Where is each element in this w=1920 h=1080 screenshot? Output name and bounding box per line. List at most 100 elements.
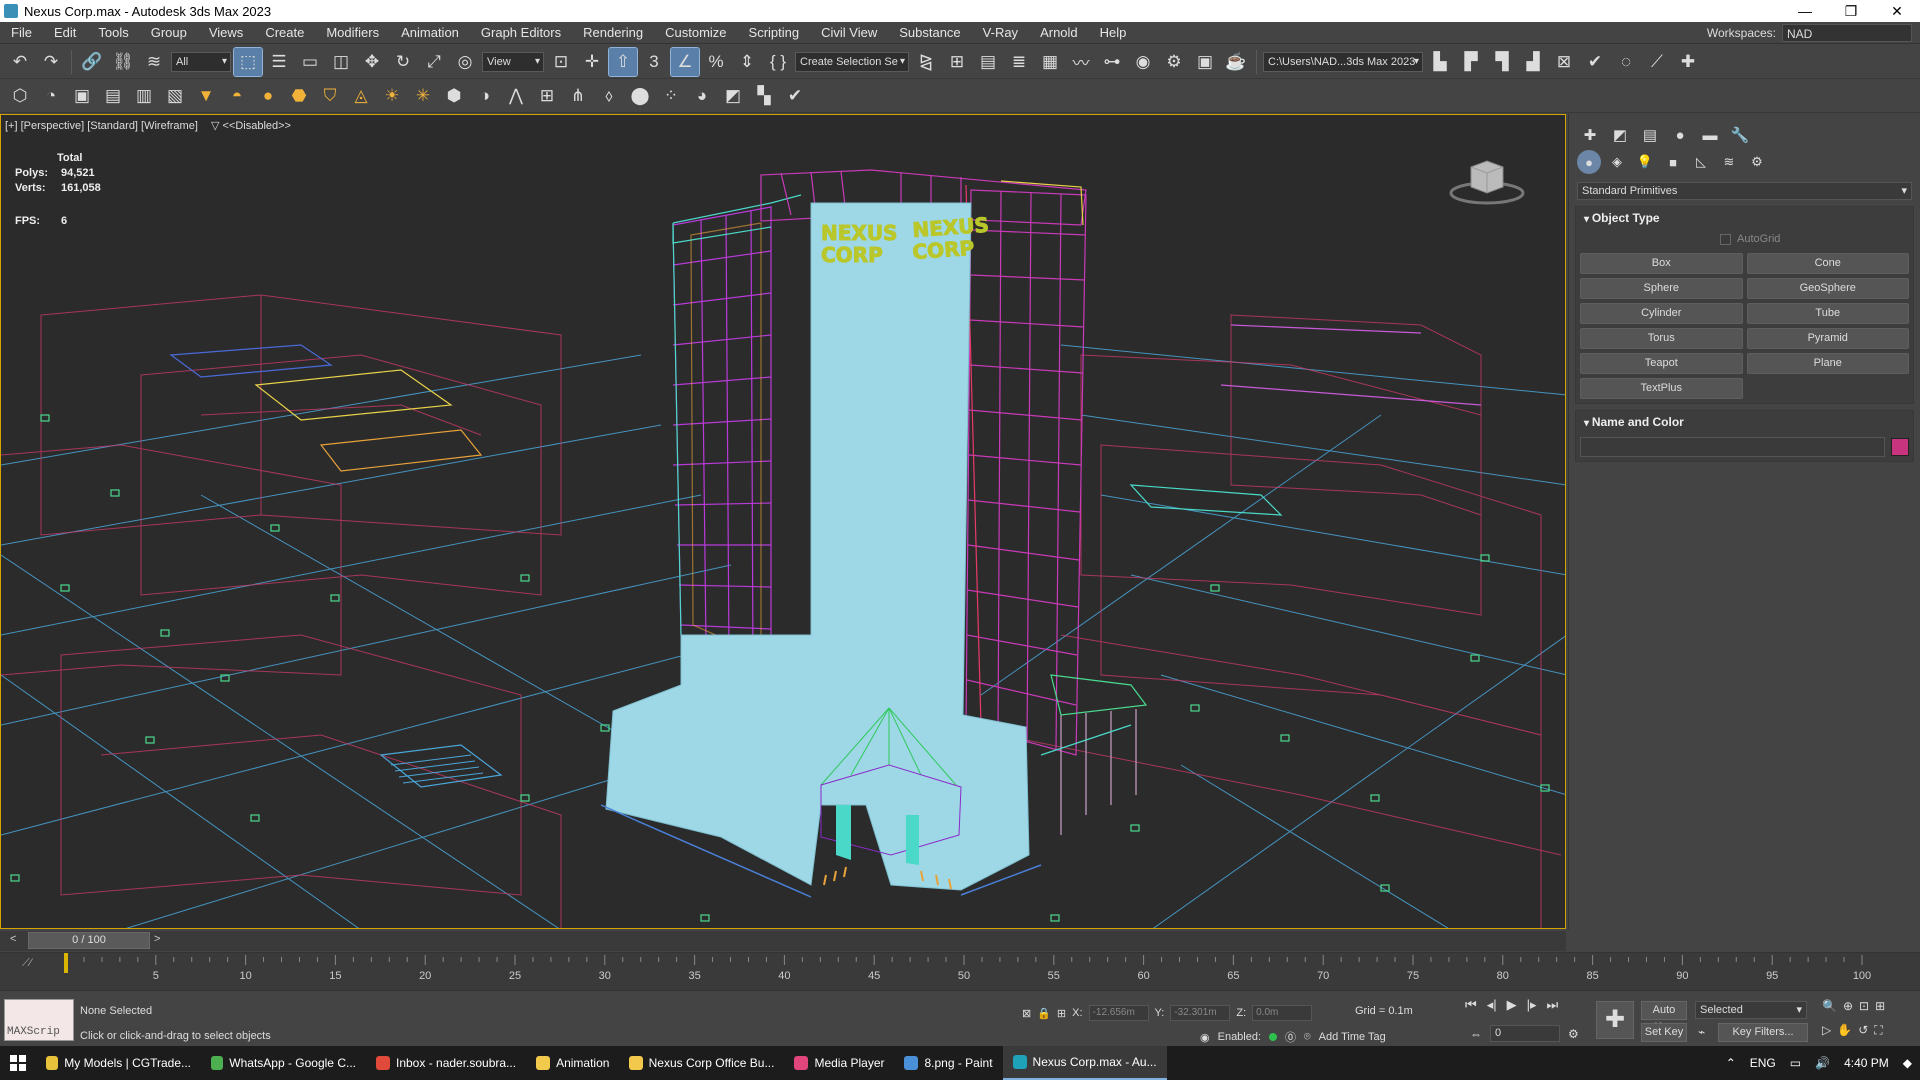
- vray-render-icon[interactable]: ▚: [750, 82, 778, 110]
- viewport-mode-label[interactable]: [+] [Perspective] [Standard] [Wireframe]: [5, 120, 198, 132]
- create-tab-plus-icon[interactable]: ✚: [1577, 122, 1603, 148]
- y-coordinate-field[interactable]: -32.301m: [1170, 1005, 1231, 1021]
- x-coordinate-field[interactable]: -12.656m: [1088, 1005, 1149, 1021]
- render-preview-icon[interactable]: ⊠: [1550, 48, 1578, 76]
- curve-editor-icon[interactable]: 〰: [1067, 48, 1095, 76]
- sphere-button[interactable]: Sphere: [1580, 278, 1743, 299]
- named-selection-set-dropdown[interactable]: Create Selection Se: [795, 51, 909, 72]
- lock-icon[interactable]: 🔒: [1037, 1007, 1051, 1020]
- menu-help[interactable]: Help: [1089, 25, 1138, 40]
- zoom-all-icon[interactable]: ⊕: [1843, 999, 1853, 1013]
- menu-substance[interactable]: Substance: [888, 25, 971, 40]
- vray-ies-light-icon[interactable]: ⛉: [316, 82, 344, 110]
- menu-edit[interactable]: Edit: [43, 25, 87, 40]
- redo-icon[interactable]: ↷: [37, 48, 65, 76]
- go-to-end-icon[interactable]: ⏭: [1547, 997, 1559, 1013]
- toggle-scene-explorer-icon[interactable]: ▤: [974, 48, 1002, 76]
- chaos-icon[interactable]: ◔: [37, 82, 65, 110]
- perspective-viewport[interactable]: NEXUS CORP NEXUS CORP [+] [Perspective] …: [0, 114, 1566, 929]
- field-of-view-icon[interactable]: ▷: [1822, 1023, 1831, 1038]
- set-key-button[interactable]: Set Key: [1641, 1023, 1687, 1042]
- vray-material-icon[interactable]: ⬤: [626, 82, 654, 110]
- vray-grass-icon[interactable]: ⋔: [564, 82, 592, 110]
- play-icon[interactable]: ▶: [1507, 997, 1517, 1013]
- vray-mesh-light-icon[interactable]: ⬣: [285, 82, 313, 110]
- close-button[interactable]: ✕: [1874, 0, 1920, 22]
- current-frame-marker[interactable]: [64, 953, 68, 973]
- maxscript-listener[interactable]: MAXScrip: [4, 999, 74, 1041]
- workspaces-dropdown[interactable]: NAD: [1782, 24, 1912, 42]
- object-properties-icon[interactable]: ▤: [99, 82, 127, 110]
- viewcube-icon[interactable]: [1449, 153, 1525, 208]
- menu-customize[interactable]: Customize: [654, 25, 737, 40]
- cone-button[interactable]: Cone: [1746, 253, 1909, 274]
- isolate-icon[interactable]: ⊠: [1022, 1007, 1031, 1020]
- zoom-extents-all-icon[interactable]: ⊞: [1875, 999, 1885, 1013]
- orbit-icon[interactable]: ↺: [1858, 1023, 1868, 1038]
- add-time-tag[interactable]: Add Time Tag: [1319, 1031, 1386, 1043]
- menu-rendering[interactable]: Rendering: [572, 25, 654, 40]
- vray-decal-icon[interactable]: ⬨: [595, 82, 623, 110]
- time-config-icon[interactable]: ⚙: [1568, 1027, 1579, 1041]
- menu-create[interactable]: Create: [254, 25, 315, 40]
- cylinder-button[interactable]: Cylinder: [1580, 303, 1743, 324]
- next-frame-arrow-icon[interactable]: >: [154, 933, 160, 945]
- toggle-ribbon-icon[interactable]: ▦: [1036, 48, 1064, 76]
- taskbar-item-media-player[interactable]: Media Player: [784, 1046, 894, 1080]
- vray-texture-icon[interactable]: ◕: [688, 82, 716, 110]
- scene-icon[interactable]: ⬡: [6, 82, 34, 110]
- zoom-extents-icon[interactable]: ⊡: [1859, 999, 1869, 1013]
- material-editor-icon[interactable]: ◉: [1129, 48, 1157, 76]
- tube-button[interactable]: Tube: [1746, 303, 1909, 324]
- shapes-icon[interactable]: ◈: [1605, 150, 1629, 174]
- select-object-icon[interactable]: ⬚: [233, 46, 263, 77]
- zoom-icon[interactable]: 🔍: [1822, 999, 1837, 1013]
- display-tab-icon[interactable]: ▬: [1697, 122, 1723, 148]
- enabled-indicator[interactable]: [1269, 1033, 1278, 1041]
- track-bar[interactable]: ⟋⁄ 5 10 15 20 25 30 35 40 45 50 55 60 65 70 75 80 85 90 95…: [0, 952, 1920, 990]
- scale-icon[interactable]: ⤢: [420, 48, 448, 76]
- minimize-button[interactable]: —: [1782, 0, 1828, 22]
- taskbar-item-cgtrader[interactable]: My Models | CGTrade...: [36, 1046, 201, 1080]
- textplus-button[interactable]: TextPlus: [1580, 378, 1743, 399]
- snaps-toggle-icon[interactable]: 3: [640, 48, 668, 76]
- select-manipulate-icon[interactable]: ✛: [578, 48, 606, 76]
- edit-named-selection-icon[interactable]: { }: [764, 48, 792, 76]
- schematic-view-icon[interactable]: ⊶: [1098, 48, 1126, 76]
- taskbar-item-inbox[interactable]: Inbox - nader.soubra...: [366, 1046, 526, 1080]
- teapot-button[interactable]: Teapot: [1580, 353, 1743, 374]
- place-icon[interactable]: ◎: [451, 48, 479, 76]
- angle-snap-icon[interactable]: ∠: [670, 46, 700, 77]
- go-to-start-icon[interactable]: ⏮: [1465, 997, 1477, 1013]
- render-production-icon[interactable]: ☕: [1222, 48, 1250, 76]
- selected-dropdown[interactable]: Selected: [1695, 1001, 1807, 1019]
- auto-key-button[interactable]: Auto Key: [1641, 1001, 1687, 1033]
- autogrid-checkbox[interactable]: [1720, 233, 1731, 245]
- viewport-filter-label[interactable]: <<Disabled>>: [222, 120, 291, 132]
- keyboard-shortcut-override-icon[interactable]: ⇧: [608, 46, 638, 77]
- taskbar-item-3dsmax[interactable]: Nexus Corp.max - Au...: [1002, 1046, 1167, 1080]
- link-icon[interactable]: 🔗: [78, 48, 106, 76]
- tray-chevron-icon[interactable]: ⌃: [1726, 1056, 1736, 1070]
- reference-coordinate-dropdown[interactable]: View: [482, 51, 544, 72]
- container-icon[interactable]: ▣: [68, 82, 96, 110]
- current-frame-field[interactable]: 0: [1490, 1025, 1560, 1042]
- project-folder-dropdown[interactable]: C:\Users\NAD...3ds Max 2023: [1263, 51, 1423, 72]
- menu-animation[interactable]: Animation: [390, 25, 470, 40]
- rig-icon[interactable]: ▧: [161, 82, 189, 110]
- vray-logo-icon[interactable]: ✔: [781, 82, 809, 110]
- set-keys-icon[interactable]: ✚: [1596, 1001, 1634, 1039]
- key-filters-button[interactable]: Key Filters...: [1718, 1023, 1808, 1042]
- vray-dome-light-icon[interactable]: ◓: [223, 82, 251, 110]
- undo-icon[interactable]: ↶: [6, 48, 34, 76]
- geometry-icon[interactable]: ●: [1577, 150, 1601, 174]
- unlink-icon[interactable]: ⛓: [109, 48, 137, 76]
- torus-button[interactable]: Torus: [1580, 328, 1743, 349]
- menu-modifiers[interactable]: Modifiers: [315, 25, 390, 40]
- filter-icon[interactable]: ▽: [211, 120, 219, 132]
- menu-views[interactable]: Views: [198, 25, 254, 40]
- time-slider[interactable]: < 0 / 100 >: [0, 931, 1566, 951]
- bind-space-warp-icon[interactable]: ≋: [140, 48, 168, 76]
- menu-civil-view[interactable]: Civil View: [810, 25, 888, 40]
- hierarchy-tab-icon[interactable]: ▤: [1637, 122, 1663, 148]
